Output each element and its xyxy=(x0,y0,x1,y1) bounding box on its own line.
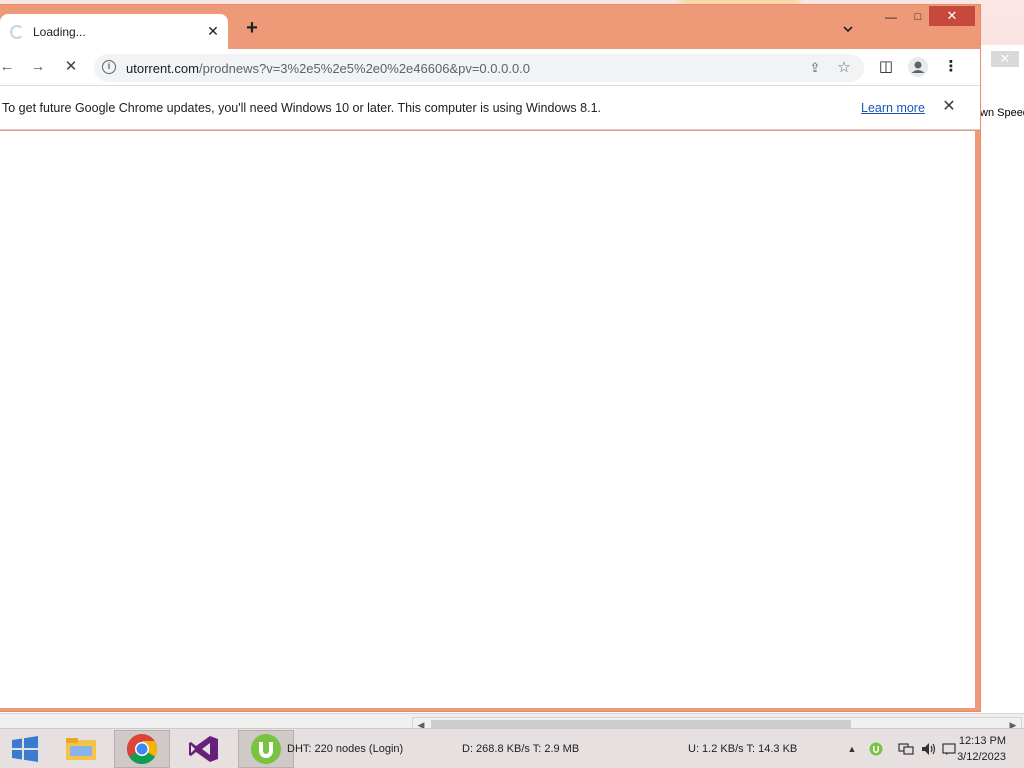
download-status: D: 268.8 KB/s T: 2.9 MB xyxy=(462,743,580,755)
file-explorer-taskbar-button[interactable] xyxy=(54,730,110,768)
forward-button[interactable]: → xyxy=(28,57,48,77)
network-icon[interactable] xyxy=(898,742,914,756)
down-speed-column-header[interactable]: wn Speed xyxy=(980,103,1024,123)
tab-close-icon[interactable]: ✕ xyxy=(204,22,222,40)
volume-icon[interactable] xyxy=(921,742,936,756)
tab-title: Loading... xyxy=(33,25,86,39)
chrome-menu-icon[interactable]: ⋮ xyxy=(941,57,961,77)
upload-status: U: 1.2 KB/s T: 14.3 KB xyxy=(688,743,798,755)
taskbar-clock[interactable]: 12:13 PM 3/12/2023 xyxy=(957,733,1006,765)
url-host: utorrent.com xyxy=(126,61,199,76)
update-infobar: To get future Google Chrome updates, you… xyxy=(0,85,980,130)
back-button[interactable]: ← xyxy=(0,57,17,77)
share-icon[interactable]: ⇪ xyxy=(806,58,824,78)
profile-avatar-icon[interactable] xyxy=(908,57,928,77)
clock-date: 3/12/2023 xyxy=(957,751,1006,763)
url-text[interactable]: utorrent.com/prodnews?v=3%2e5%2e5%2e0%2e… xyxy=(126,61,530,76)
browser-tab[interactable]: Loading... ✕ xyxy=(0,14,228,50)
new-tab-button[interactable]: + xyxy=(242,18,262,39)
tab-search-icon[interactable] xyxy=(841,23,855,37)
dht-status: DHT: 220 nodes (Login) xyxy=(287,743,404,755)
infobar-message: To get future Google Chrome updates, you… xyxy=(2,101,601,115)
clock-time: 12:13 PM xyxy=(958,735,1006,747)
show-hidden-icons-icon[interactable]: ▲ xyxy=(845,742,859,756)
address-bar[interactable]: i utorrent.com/prodnews?v=3%2e5%2e5%2e0%… xyxy=(94,54,864,82)
chrome-window: Loading... ✕ + — □ ✕ ← → ✕ i utorrent.co… xyxy=(0,4,981,712)
utorrent-tray-icon[interactable] xyxy=(869,742,883,756)
window-close-button[interactable]: ✕ xyxy=(929,6,975,26)
browser-toolbar: ← → ✕ i utorrent.com/prodnews?v=3%2e5%2e… xyxy=(0,49,980,85)
url-path: /prodnews?v=3%2e5%2e5%2e0%2e46606&pv=0.0… xyxy=(198,61,531,76)
stop-loading-button[interactable]: ✕ xyxy=(61,57,81,77)
start-button[interactable] xyxy=(4,730,44,768)
site-info-icon[interactable]: i xyxy=(102,60,116,74)
side-panel-icon[interactable]: ◫ xyxy=(876,57,896,77)
infobar-close-icon[interactable]: ✕ xyxy=(940,97,958,117)
learn-more-link[interactable]: Learn more xyxy=(861,101,925,115)
utorrent-taskbar-button[interactable] xyxy=(238,730,294,768)
loading-spinner-icon xyxy=(10,25,24,39)
maximize-button[interactable]: □ xyxy=(908,9,928,25)
action-center-icon[interactable] xyxy=(942,742,956,756)
chrome-taskbar-button[interactable] xyxy=(114,730,170,768)
page-content[interactable] xyxy=(0,131,975,708)
taskbar: DHT: 220 nodes (Login) D: 268.8 KB/s T: … xyxy=(0,728,1024,768)
bookmark-star-icon[interactable]: ☆ xyxy=(835,58,853,78)
visual-studio-taskbar-button[interactable] xyxy=(176,730,232,768)
minimize-button[interactable]: — xyxy=(881,9,901,25)
utorrent-close-button[interactable]: ✕ xyxy=(991,51,1019,67)
